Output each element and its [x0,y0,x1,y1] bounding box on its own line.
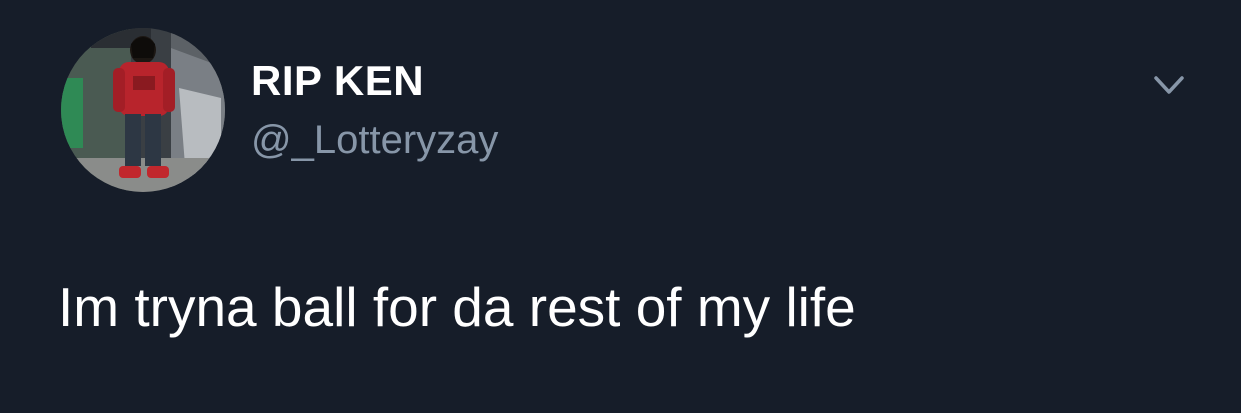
tweet-card: RIP KEN @_Lotteryzay Im tryna ball for d… [0,0,1241,413]
avatar-photo [61,28,225,192]
author-display-name[interactable]: RIP KEN [251,56,424,106]
avatar[interactable] [61,28,225,192]
tweet-menu-button[interactable] [1146,66,1192,106]
chevron-down-icon [1154,76,1184,94]
author-handle[interactable]: @_Lotteryzay [251,116,498,164]
tweet-text: Im tryna ball for da rest of my life [58,276,856,338]
